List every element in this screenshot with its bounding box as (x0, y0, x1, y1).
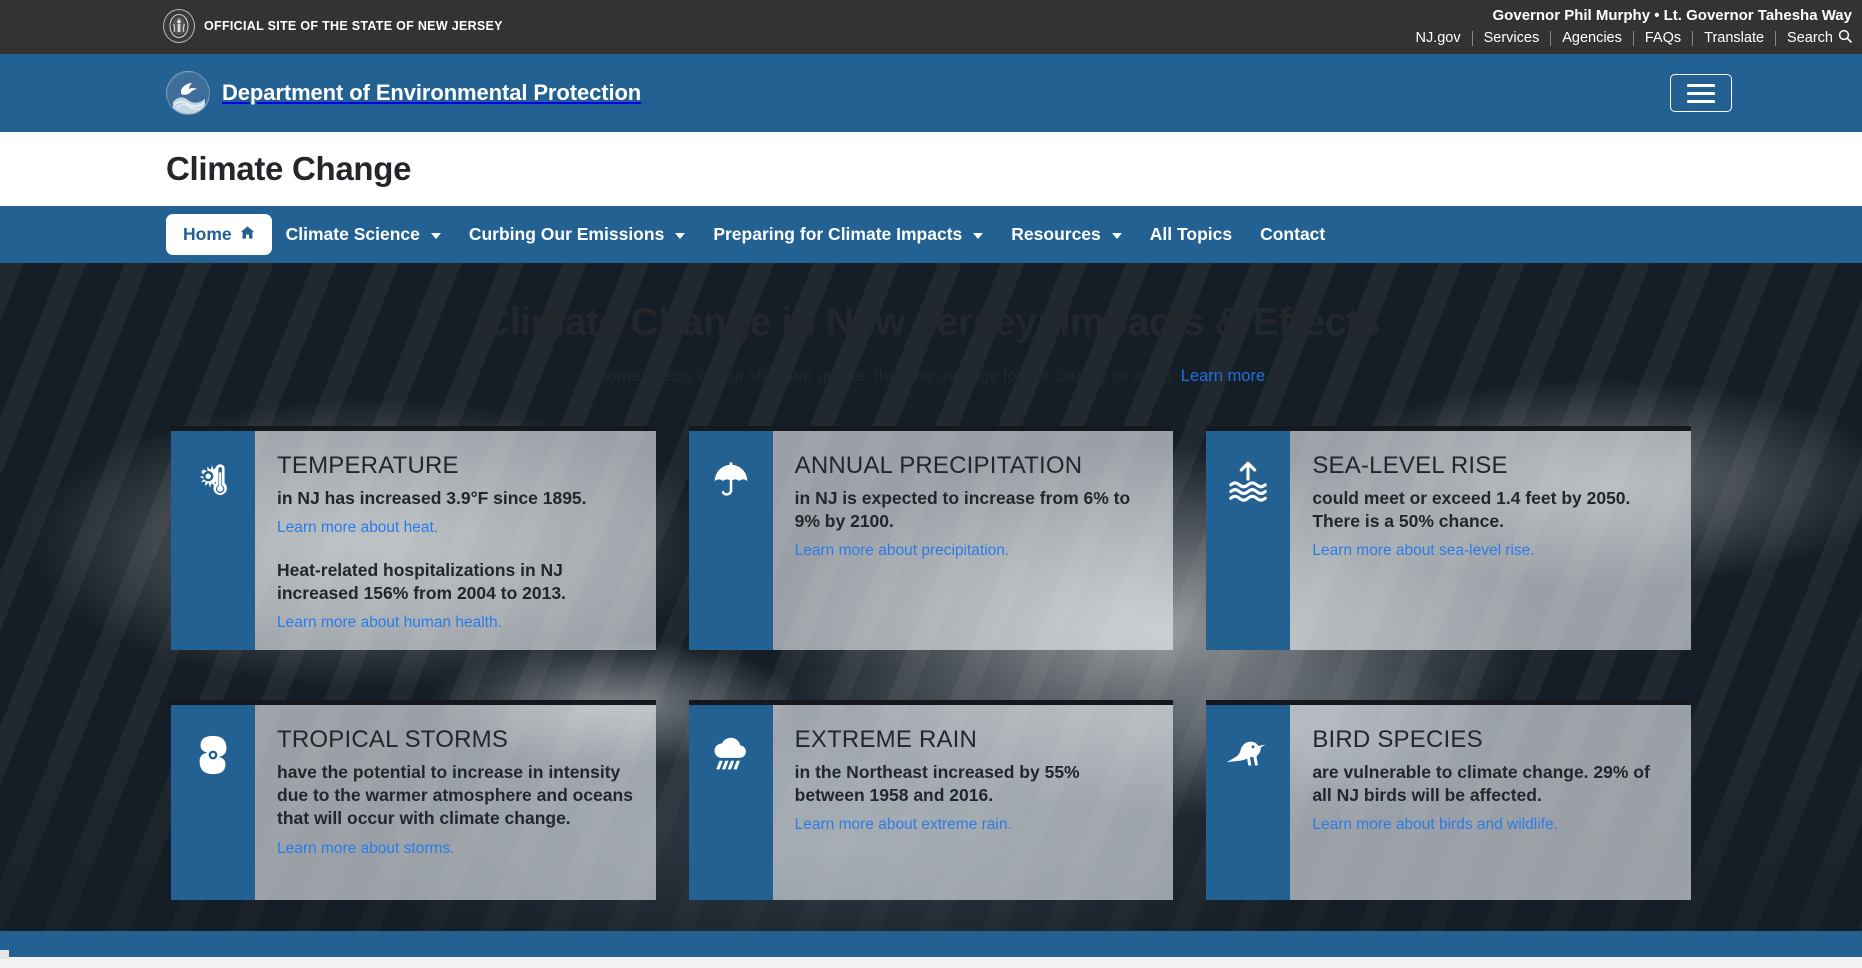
page-title: Climate Change (166, 150, 412, 187)
dep-header: Department of Environmental Protection (0, 54, 1862, 132)
state-link-njgov[interactable]: NJ.gov (1415, 30, 1471, 46)
hamburger-bar (1687, 83, 1715, 87)
state-link-translate[interactable]: Translate (1693, 30, 1775, 46)
card-bird-species: BIRD SPECIES are vulnerable to climate c… (1206, 700, 1691, 901)
state-links: NJ.gov Services Agencies FAQs Translate … (1415, 29, 1852, 47)
state-link-services[interactable]: Services (1473, 30, 1551, 46)
state-link-search[interactable]: Search (1776, 29, 1852, 47)
chevron-down-icon (430, 232, 441, 239)
nav-item-label: Curbing Our Emissions (468, 224, 665, 244)
sun-thermometer-icon (171, 431, 255, 651)
card-text: could meet or exceed 1.4 feet by 2050. T… (1312, 488, 1631, 532)
hurricane-icon (171, 705, 255, 901)
card-text: in NJ is expected to increase from 6% to… (794, 488, 1131, 532)
hero-subtext-label: Some effects on our state are greater th… (596, 367, 1177, 385)
hero-heading: Climate Change in New Jersey: Impacts & … (481, 301, 1380, 344)
hero-learn-more-link[interactable]: Learn more (1181, 367, 1265, 385)
nav-item-label: Preparing for Climate Impacts (713, 224, 963, 244)
page-title-bar: Climate Change (0, 132, 1862, 206)
search-label: Search (1787, 30, 1833, 46)
nav-item-preparing-for-climate-impacts[interactable]: Preparing for Climate Impacts (699, 215, 997, 254)
chevron-down-icon (973, 232, 984, 239)
rain-cloud-icon (688, 705, 773, 901)
card-link[interactable]: Learn more about extreme rain. (795, 816, 1152, 834)
card-title: EXTREME RAIN (794, 726, 978, 754)
card-extreme-rain: EXTREME RAIN in the Northeast increased … (688, 700, 1174, 901)
card-link[interactable]: Learn more about sea-level rise. (1312, 542, 1669, 560)
search-icon (1838, 29, 1852, 47)
card-title: TROPICAL STORMS (277, 726, 509, 754)
card-tropical-storms: TROPICAL STORMS have the potential to in… (171, 700, 656, 901)
scrollbar-corner (0, 950, 9, 959)
card-title: TEMPERATURE (277, 452, 459, 479)
dep-title: Department of Environmental Protection (222, 80, 642, 105)
governor-line: Governor Phil Murphy • Lt. Governor Tahe… (1492, 7, 1852, 24)
card-text: in NJ has increased 3.9°F since 1895. (277, 488, 587, 508)
hamburger-bar (1687, 91, 1715, 95)
card-title: SEA-LEVEL RISE (1312, 452, 1508, 479)
hero-subtext: Some effects on our state are greater th… (0, 367, 1862, 386)
nav-item-label: Resources (1011, 224, 1101, 244)
card-link[interactable]: Learn more about birds and wildlife. (1312, 816, 1669, 834)
nav-item-label: Climate Science (285, 224, 420, 244)
nav-item-all-topics[interactable]: All Topics (1136, 215, 1246, 254)
dep-wave-bird-logo-icon (166, 71, 210, 115)
nav-item-label: Contact (1260, 224, 1326, 244)
hamburger-menu-icon[interactable] (1670, 74, 1732, 112)
dep-brand-link[interactable]: Department of Environmental Protection (166, 71, 641, 115)
card-text-secondary: Heat-related hospitalizations in NJ incr… (277, 560, 566, 604)
nj-state-seal-icon (163, 9, 195, 43)
hamburger-bar (1687, 99, 1715, 103)
card-text: are vulnerable to climate change. 29% of… (1312, 762, 1650, 806)
impact-cards-grid: TEMPERATURE in NJ has increased 3.9°F si… (171, 426, 1691, 901)
state-link-faqs[interactable]: FAQs (1634, 30, 1692, 46)
card-link[interactable]: Learn more about storms. (277, 840, 634, 858)
main-nav: Home Climate Science Curbing Our Emissio… (0, 206, 1862, 263)
sea-level-rise-icon (1206, 431, 1291, 651)
nav-item-label: Home (183, 224, 232, 244)
card-text: in the Northeast increased by 55% betwee… (794, 762, 1080, 806)
card-annual-precipitation: ANNUAL PRECIPITATION in NJ is expected t… (688, 426, 1174, 651)
card-title: BIRD SPECIES (1312, 726, 1483, 754)
nav-item-resources[interactable]: Resources (997, 215, 1136, 254)
card-title: ANNUAL PRECIPITATION (794, 452, 1083, 479)
official-site-badge: OFFICIAL SITE OF THE STATE OF NEW JERSEY (163, 9, 503, 43)
home-icon (240, 224, 255, 245)
footer-grey-strip (0, 957, 1862, 968)
card-temperature: TEMPERATURE in NJ has increased 3.9°F si… (171, 426, 656, 651)
state-link-agencies[interactable]: Agencies (1551, 30, 1633, 46)
nav-item-curbing-our-emissions[interactable]: Curbing Our Emissions (455, 215, 699, 254)
chevron-down-icon (1111, 232, 1122, 239)
nav-item-home[interactable]: Home (166, 214, 272, 255)
card-text: have the potential to increase in intens… (277, 762, 633, 829)
nav-item-label: All Topics (1149, 224, 1233, 244)
card-link[interactable]: Learn more about precipitation. (795, 542, 1152, 560)
umbrella-icon (688, 431, 773, 651)
nav-item-contact[interactable]: Contact (1246, 215, 1339, 254)
card-link-secondary[interactable]: Learn more about human health. (277, 614, 634, 632)
card-sea-level-rise: SEA-LEVEL RISE could meet or exceed 1.4 … (1206, 426, 1691, 651)
footer-blue-strip (0, 931, 1862, 959)
chevron-down-icon (675, 232, 686, 239)
official-site-label: OFFICIAL SITE OF THE STATE OF NEW JERSEY (204, 19, 503, 33)
nav-item-climate-science[interactable]: Climate Science (272, 215, 455, 254)
bird-icon (1206, 705, 1291, 901)
hero-section: Climate Change in New Jersey: Impacts & … (0, 263, 1862, 931)
state-bar: OFFICIAL SITE OF THE STATE OF NEW JERSEY… (0, 0, 1862, 54)
card-link[interactable]: Learn more about heat. (277, 519, 634, 537)
